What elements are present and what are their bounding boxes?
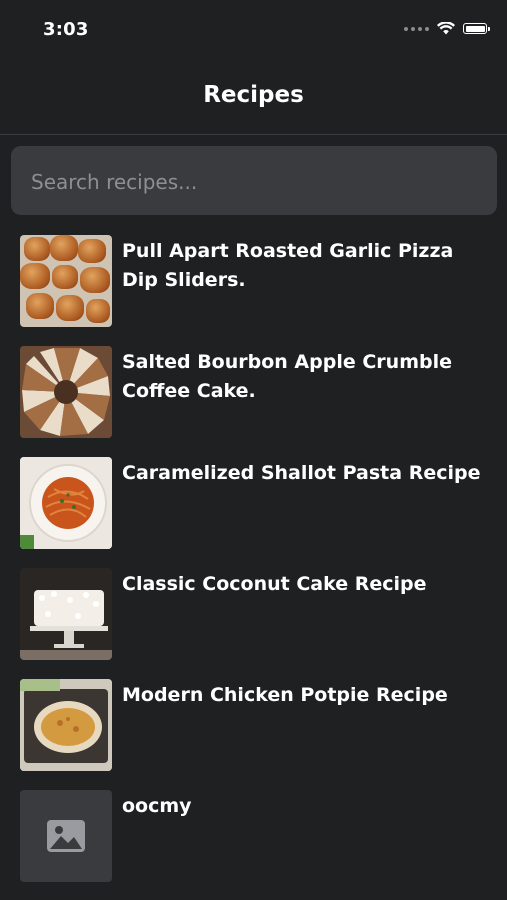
wifi-icon <box>437 22 455 35</box>
search-bar[interactable] <box>11 146 497 217</box>
recipe-title: Pull Apart Roasted Garlic Pizza Dip Slid… <box>122 240 454 291</box>
recipe-title: Caramelized Shallot Pasta Recipe <box>122 462 481 484</box>
cellular-signal-icon <box>404 26 429 31</box>
recipe-title: Classic Coconut Cake Recipe <box>122 573 427 595</box>
image-placeholder-icon <box>47 820 85 852</box>
recipe-row-pizza-dip-sliders[interactable]: Pull Apart Roasted Garlic Pizza Dip Slid… <box>0 233 507 344</box>
status-bar: 3:03 <box>0 0 507 62</box>
page-title: Recipes <box>203 82 304 108</box>
search-input[interactable] <box>29 146 483 217</box>
coffee-cake-photo <box>20 346 112 438</box>
recipe-list: Pull Apart Roasted Garlic Pizza Dip Slid… <box>0 233 507 899</box>
recipe-title: Salted Bourbon Apple Crumble Coffee Cake… <box>122 351 452 402</box>
potpie-photo <box>20 679 112 771</box>
recipe-title: oocmy <box>122 795 192 817</box>
recipe-row-shallot-pasta[interactable]: Caramelized Shallot Pasta Recipe <box>0 455 507 566</box>
status-time: 3:03 <box>43 19 89 40</box>
recipe-row-oocmy[interactable]: oocmy <box>0 788 507 899</box>
navigation-bar: Recipes <box>0 62 507 135</box>
recipe-row-coconut-cake[interactable]: Classic Coconut Cake Recipe <box>0 566 507 677</box>
status-icons <box>404 22 490 35</box>
recipes-screen: 3:03 Recipes Search recipes... Pull Apar… <box>0 0 507 900</box>
pasta-photo <box>20 457 112 549</box>
coconut-cake-photo <box>20 568 112 660</box>
recipe-title: Modern Chicken Potpie Recipe <box>122 684 448 706</box>
battery-icon <box>463 23 490 34</box>
recipe-row-chicken-potpie[interactable]: Modern Chicken Potpie Recipe <box>0 677 507 788</box>
image-placeholder <box>20 790 112 882</box>
recipe-row-coffee-cake[interactable]: Salted Bourbon Apple Crumble Coffee Cake… <box>0 344 507 455</box>
pizza-sliders-photo <box>20 235 112 327</box>
